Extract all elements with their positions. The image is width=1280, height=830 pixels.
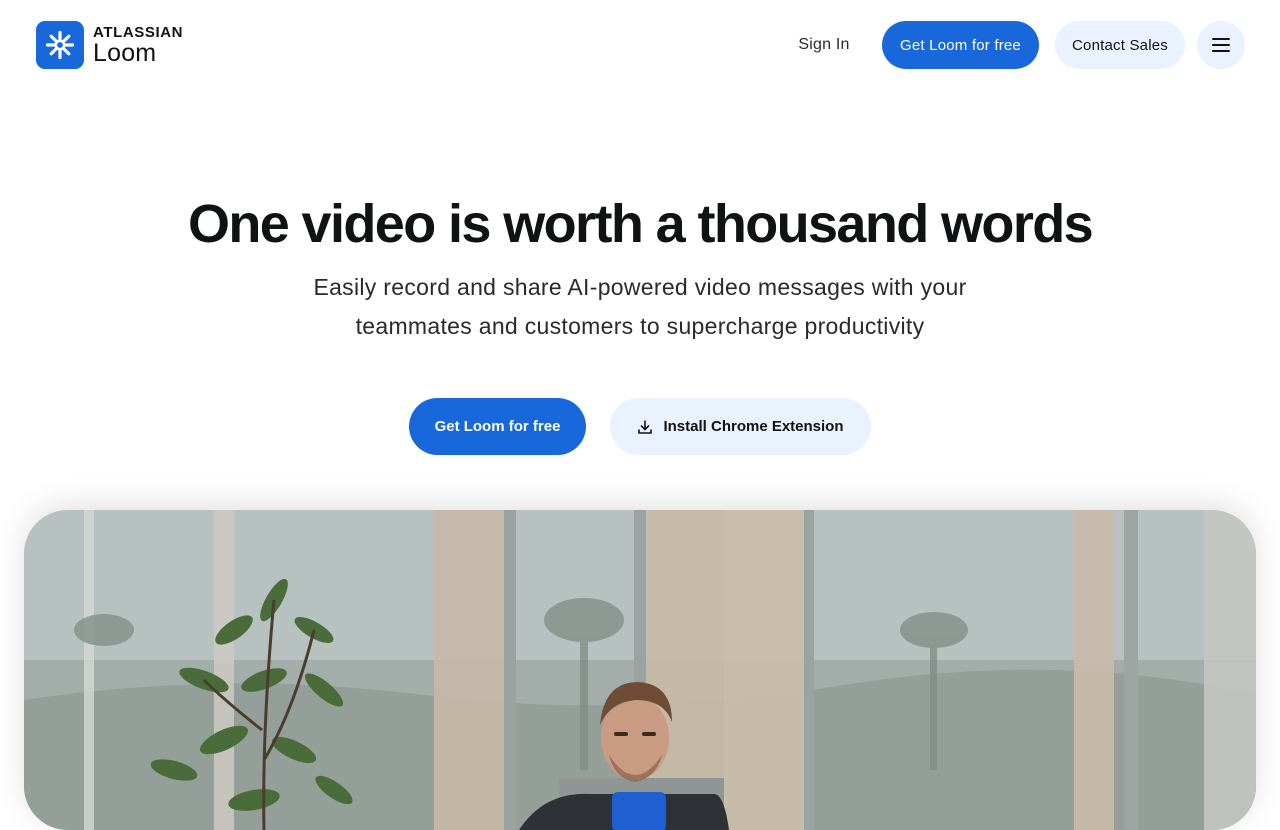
logo-product-name: Loom [93,38,157,67]
loom-asterisk-icon [36,21,84,69]
hero-title: One video is worth a thousand words [187,194,1094,254]
download-icon [637,419,653,435]
logo-company-name: ATLASSIAN [93,23,184,41]
hero-video[interactable] [24,510,1256,830]
hero-get-loom-button[interactable]: Get Loom for free [409,398,586,455]
menu-button[interactable] [1197,21,1245,69]
video-frame-office-scene [24,510,1256,830]
header-get-loom-button[interactable]: Get Loom for free [882,21,1039,69]
loom-logo[interactable]: ATLASSIAN Loom [36,21,183,69]
site-header: ATLASSIAN Loom Sign In Get Loom for free… [0,0,1280,90]
hamburger-menu-icon [1212,38,1230,52]
hero-subtitle: Easily record and share AI-powered video… [240,268,1040,346]
sign-in-link[interactable]: Sign In [784,21,864,69]
contact-sales-button[interactable]: Contact Sales [1055,21,1185,69]
install-chrome-extension-button[interactable]: Install Chrome Extension [610,398,871,455]
hero-subtitle-line-1: Easily record and share AI-powered video… [313,274,967,300]
hero-subtitle-line-2: teammates and customers to supercharge p… [355,313,925,339]
install-chrome-extension-label: Install Chrome Extension [663,418,844,435]
